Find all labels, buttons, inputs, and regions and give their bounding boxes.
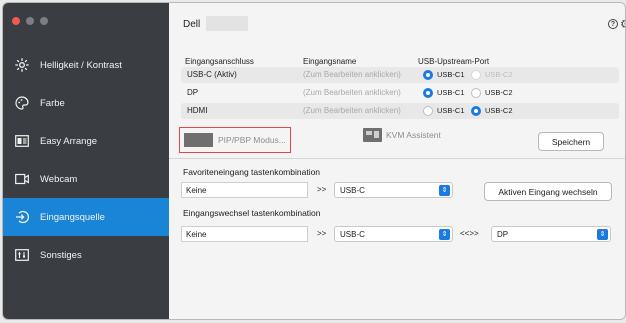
switch-shortcut-label: Eingangswechsel tastenkombination (183, 208, 321, 218)
radio-label-usb-c1: USB-C1 (437, 88, 465, 97)
shortcut-arrow: >> (317, 185, 327, 194)
chevron-updown-icon: ⇕ (439, 185, 450, 196)
kvm-icon (363, 128, 382, 142)
misc-icon (15, 248, 29, 262)
input-port-label: USB-C (Aktiv) (187, 70, 237, 79)
sidebar-item-color[interactable]: Farbe (3, 84, 169, 122)
close-window-button[interactable] (12, 17, 20, 25)
input-name-field[interactable]: (Zum Bearbeiten anklicken) (303, 88, 401, 97)
switch-source-value: USB-C (340, 229, 365, 239)
swap-arrow: <<>> (460, 229, 479, 238)
pip-pbp-mode-label: PIP/PBP Modus... (218, 135, 286, 145)
sun-icon (15, 58, 29, 72)
help-icon[interactable]: ? (608, 19, 618, 29)
sidebar-item-misc[interactable]: Sonstiges (3, 236, 169, 274)
radio-usb-c2 (471, 70, 481, 80)
favorite-input-select[interactable]: USB-C ⇕ (334, 182, 453, 198)
switch-source-select[interactable]: USB-C ⇕ (334, 226, 453, 242)
radio-usb-c1[interactable] (423, 106, 433, 116)
save-button[interactable]: Speichern (538, 132, 604, 151)
switch-active-input-button[interactable]: Aktiven Eingang wechseln (484, 182, 612, 201)
sidebar-item-brightness-contrast[interactable]: Helligkeit / Kontrast (3, 46, 169, 84)
gear-icon[interactable]: ⚙ (620, 17, 625, 31)
table-row: USB-C (Aktiv) (Zum Bearbeiten anklicken)… (181, 67, 619, 83)
radio-label-usb-c1: USB-C1 (437, 106, 465, 115)
column-header-input-name: Eingangsname (303, 57, 357, 66)
sidebar-item-label: Helligkeit / Kontrast (40, 59, 122, 71)
radio-usb-c2[interactable] (471, 106, 481, 116)
switch-target-value: DP (497, 229, 509, 239)
divider (169, 158, 625, 159)
radio-label-usb-c1: USB-C1 (437, 70, 465, 79)
shortcut-arrow: >> (317, 229, 327, 238)
minimize-window-button[interactable] (26, 17, 34, 25)
input-source-icon (15, 210, 29, 224)
input-port-label: DP (187, 88, 199, 97)
sidebar-item-label: Eingangsquelle (40, 211, 105, 223)
sidebar-item-input-source[interactable]: Eingangsquelle (3, 198, 169, 236)
maximize-window-button[interactable] (40, 17, 48, 25)
main-panel: Dell ? ⚙ Eingangsanschluss Eingangsname … (169, 3, 625, 319)
table-row: DP (Zum Bearbeiten anklicken) USB-C1 USB… (181, 85, 619, 101)
pip-layout-icon (184, 133, 213, 147)
chevron-updown-icon: ⇕ (597, 229, 608, 240)
column-header-input-port: Eingangsanschluss (185, 57, 254, 66)
chevron-updown-icon: ⇕ (439, 229, 450, 240)
webcam-icon (15, 172, 29, 186)
favorite-shortcut-label: Favoriteneingang tastenkombination (183, 167, 321, 177)
favorite-input-value: USB-C (340, 185, 365, 195)
radio-label-usb-c2: USB-C2 (485, 106, 513, 115)
input-name-field[interactable]: (Zum Bearbeiten anklicken) (303, 70, 401, 79)
sidebar-item-label: Webcam (40, 173, 78, 185)
switch-target-select[interactable]: DP ⇕ (491, 226, 611, 242)
app-window: Helligkeit / Kontrast Farbe Easy Arrange… (2, 2, 626, 320)
page-title: Dell (183, 19, 201, 30)
kvm-assistant-label: KVM Assistent (386, 130, 441, 140)
input-name-field[interactable]: (Zum Bearbeiten anklicken) (303, 106, 401, 115)
favorite-shortcut-key-field[interactable]: Keine (181, 182, 308, 198)
radio-usb-c1[interactable] (423, 88, 433, 98)
sidebar: Helligkeit / Kontrast Farbe Easy Arrange… (3, 3, 169, 319)
switch-shortcut-key-field[interactable]: Keine (181, 226, 308, 242)
sidebar-item-label: Sonstiges (40, 249, 82, 261)
input-port-label: HDMI (187, 106, 208, 115)
column-header-usb-upstream: USB-Upstream-Port (418, 57, 490, 66)
radio-usb-c2[interactable] (471, 88, 481, 98)
radio-usb-c1[interactable] (423, 70, 433, 80)
palette-icon (15, 96, 29, 110)
layout-icon (15, 134, 29, 148)
kvm-assistant-button[interactable]: KVM Assistent (363, 128, 441, 142)
radio-label-usb-c2: USB-C2 (485, 88, 513, 97)
sidebar-item-label: Easy Arrange (40, 135, 98, 147)
sidebar-item-webcam[interactable]: Webcam (3, 160, 169, 198)
monitor-model-placeholder (206, 16, 248, 31)
table-row: HDMI (Zum Bearbeiten anklicken) USB-C1 U… (181, 103, 619, 119)
sidebar-item-label: Farbe (40, 97, 65, 109)
pip-pbp-mode-button[interactable]: PIP/PBP Modus... (179, 127, 291, 153)
radio-label-usb-c2: USB-C2 (485, 70, 513, 79)
sidebar-item-easy-arrange[interactable]: Easy Arrange (3, 122, 169, 160)
